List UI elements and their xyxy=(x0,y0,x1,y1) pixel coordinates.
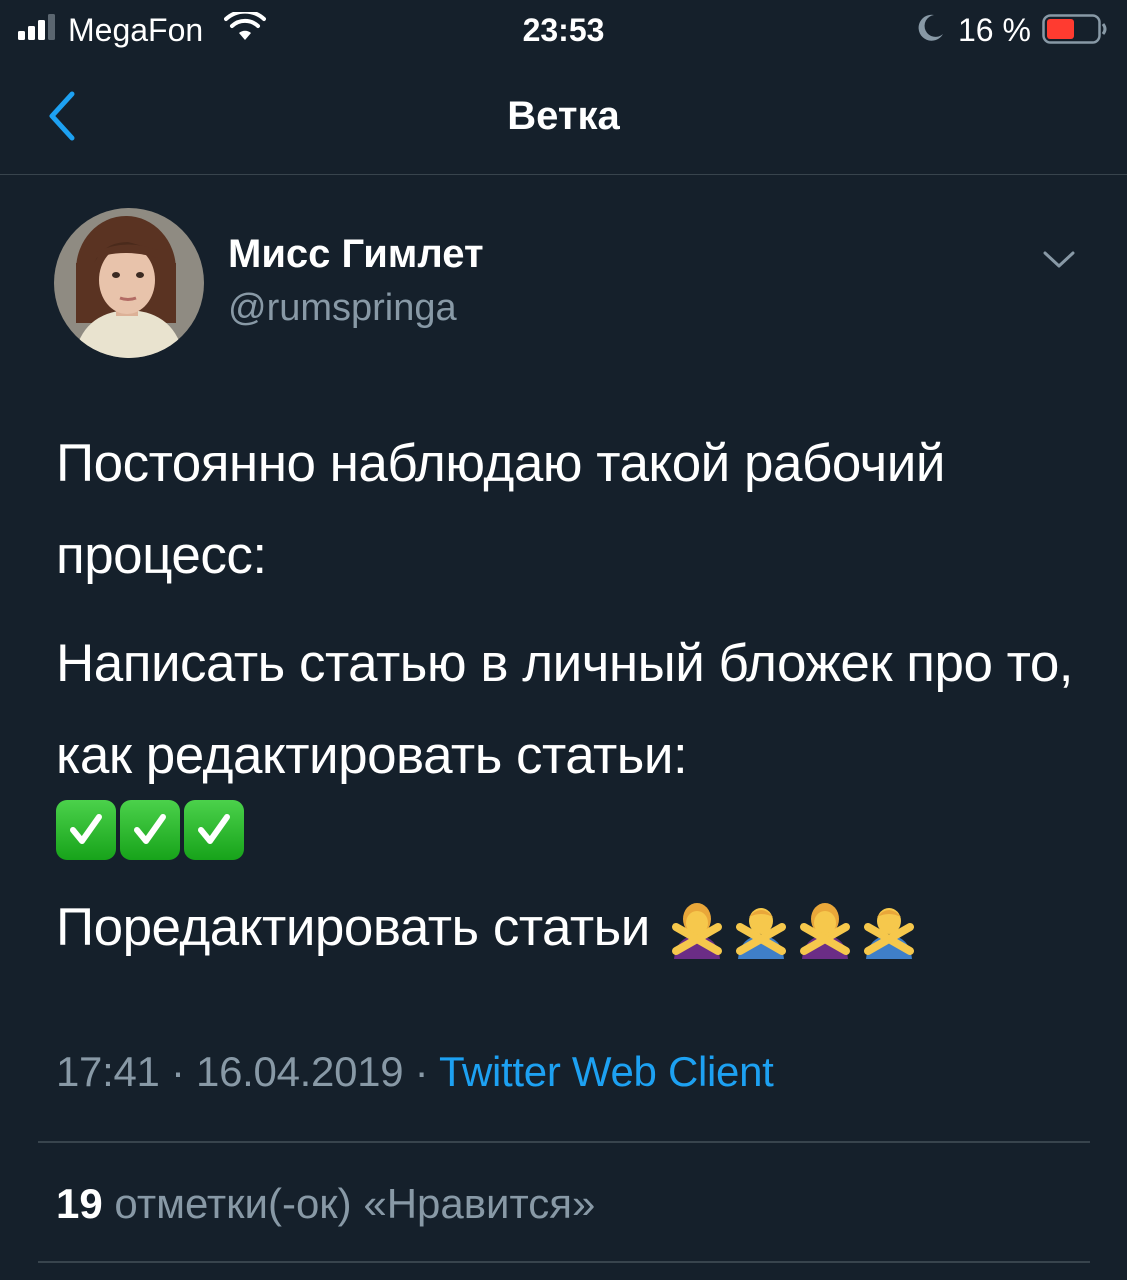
check-mark-icon xyxy=(120,800,180,860)
avatar[interactable] xyxy=(54,208,204,358)
check-emoji-row xyxy=(56,794,1096,866)
meta-separator: · xyxy=(403,1048,439,1095)
battery-percent: 16 % xyxy=(958,12,1031,48)
likes-count-link[interactable]: 19 отметки(-ок) «Нравится» xyxy=(56,1178,595,1230)
tweet-meta: 17:41 · 16.04.2019 · Twitter Web Client xyxy=(56,1046,774,1098)
tweet-date[interactable]: 16.04.2019 xyxy=(196,1048,404,1095)
divider xyxy=(38,1261,1090,1263)
moon-icon xyxy=(918,14,943,41)
page-title: Ветка xyxy=(507,94,620,138)
tweet-paragraph-3: Поредактировать статьи xyxy=(56,898,650,957)
tweet-source-link[interactable]: Twitter Web Client xyxy=(439,1048,774,1095)
chevron-down-icon[interactable] xyxy=(1040,244,1078,274)
man-gesturing-no-icon xyxy=(863,908,914,959)
woman-gesturing-no-icon xyxy=(799,903,850,959)
status-bar: MegaFon 23:53 16 % xyxy=(0,0,1127,58)
check-mark-icon xyxy=(184,800,244,860)
check-mark-icon xyxy=(56,800,116,860)
tweet-paragraph-2: Написать статью в личный бложек про то, … xyxy=(56,634,1074,785)
nav-bar: Ветка xyxy=(0,58,1127,175)
divider xyxy=(38,1141,1090,1143)
tweet-time[interactable]: 17:41 xyxy=(56,1048,160,1095)
woman-gesturing-no-icon xyxy=(671,903,722,959)
author-display-name[interactable]: Мисс Гимлет xyxy=(228,230,484,278)
tweet-text: Постоянно наблюдаю такой рабочий процесс… xyxy=(56,418,1096,974)
man-gesturing-no-icon xyxy=(735,908,786,959)
likes-count: 19 xyxy=(56,1180,103,1227)
likes-label: отметки(-ок) «Нравится» xyxy=(114,1180,596,1227)
tweet-paragraph-3-row: Поредактировать статьи xyxy=(56,882,1096,974)
tweet-paragraph-1: Постоянно наблюдаю такой рабочий процесс… xyxy=(56,434,945,585)
battery-icon xyxy=(1042,14,1107,44)
author-handle[interactable]: @rumspringa xyxy=(228,285,457,331)
meta-separator: · xyxy=(159,1048,197,1095)
